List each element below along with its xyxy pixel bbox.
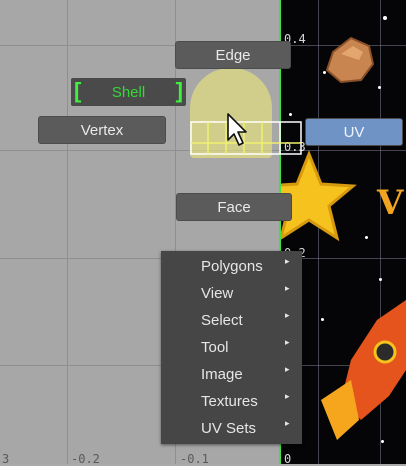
submenu-arrow-icon: ▸ bbox=[285, 256, 290, 266]
bracket-left-icon: [ bbox=[74, 78, 82, 103]
star-sprite bbox=[281, 149, 357, 242]
submenu-arrow-icon: ▸ bbox=[285, 364, 290, 374]
rocket-window bbox=[373, 340, 397, 364]
mouse-pointer-icon bbox=[227, 113, 247, 146]
marking-menu-vertex[interactable]: Vertex bbox=[39, 117, 165, 143]
marking-menu-uv[interactable]: UV bbox=[306, 119, 402, 145]
menu-item-polygons[interactable]: Polygons ▸ bbox=[161, 253, 302, 280]
menu-item-label: Tool bbox=[201, 339, 229, 356]
menu-item-label: Select bbox=[201, 312, 243, 329]
rock-sprite bbox=[325, 36, 375, 84]
menu-item-label: View bbox=[201, 285, 234, 302]
shell-label: Shell bbox=[111, 83, 146, 101]
submenu-arrow-icon: ▸ bbox=[285, 310, 290, 320]
menu-item-textures[interactable]: Textures ▸ bbox=[161, 388, 302, 415]
bracket-right-icon: ] bbox=[175, 78, 183, 103]
menu-item-tool[interactable]: Tool ▸ bbox=[161, 334, 302, 361]
submenu-arrow-icon: ▸ bbox=[285, 337, 290, 347]
menu-item-label: Polygons bbox=[201, 258, 263, 275]
submenu-arrow-icon: ▸ bbox=[285, 391, 290, 401]
context-menu: Polygons ▸ View ▸ Select ▸ Tool ▸ Image ▸ Tex… bbox=[161, 251, 302, 444]
menu-item-view[interactable]: View ▸ bbox=[161, 280, 302, 307]
grid-line bbox=[67, 0, 68, 464]
submenu-arrow-icon: ▸ bbox=[285, 418, 290, 428]
menu-item-label: UV Sets bbox=[201, 420, 257, 437]
menu-item-image[interactable]: Image ▸ bbox=[161, 361, 302, 388]
menu-item-select[interactable]: Select ▸ bbox=[161, 307, 302, 334]
title-fragment-glyph: V bbox=[376, 183, 404, 223]
marking-menu-face[interactable]: Face bbox=[177, 194, 291, 220]
marking-menu-edge[interactable]: Edge bbox=[176, 42, 290, 68]
menu-item-uv-sets[interactable]: UV Sets ▸ bbox=[161, 415, 302, 442]
menu-item-label: Image bbox=[201, 366, 243, 383]
menu-item-label: Textures bbox=[201, 393, 258, 410]
submenu-arrow-icon: ▸ bbox=[285, 283, 290, 293]
marking-menu-shell[interactable]: [ Shell ] bbox=[71, 78, 186, 106]
